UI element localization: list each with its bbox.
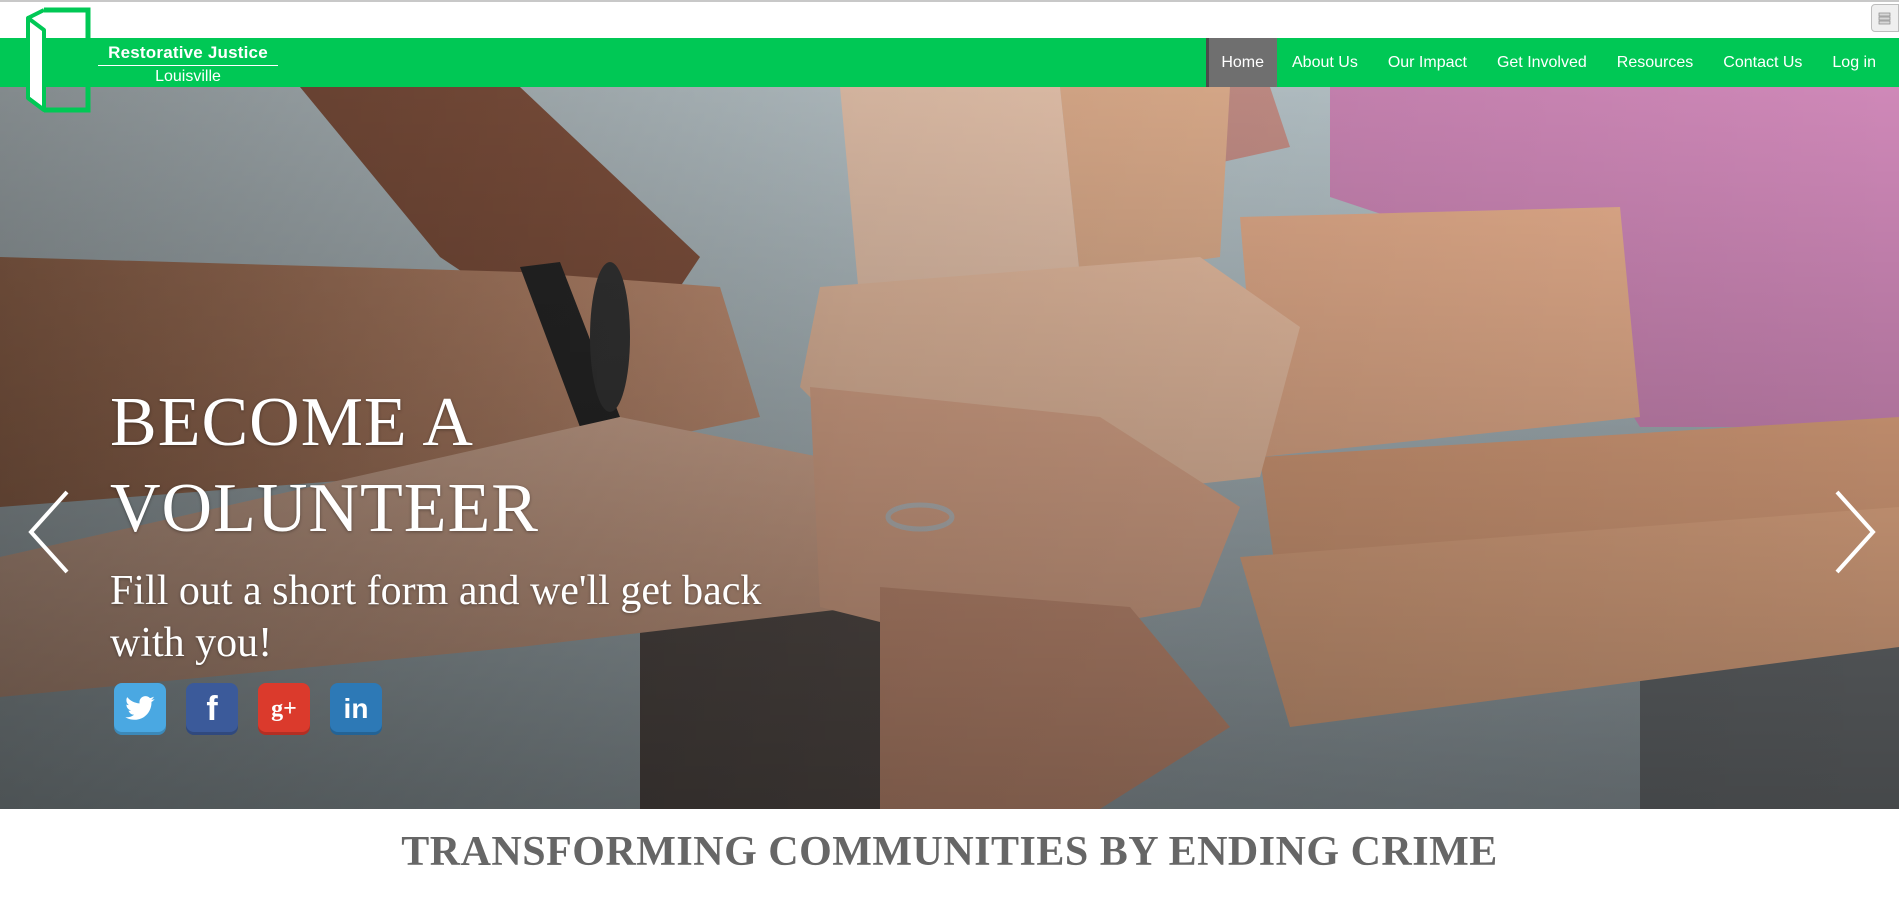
browser-top-border bbox=[0, 0, 1899, 2]
nav-resources[interactable]: Resources bbox=[1602, 38, 1708, 87]
social-links: f g+ in bbox=[114, 683, 382, 735]
brand-name[interactable]: Restorative Justice Louisville bbox=[98, 43, 278, 86]
chevron-left-icon bbox=[28, 490, 69, 574]
chevron-right-icon bbox=[1835, 490, 1876, 574]
facebook-glyph: f bbox=[206, 689, 218, 728]
brand-name-line2: Louisville bbox=[155, 68, 221, 85]
hero-title[interactable]: BECOME A VOLUNTEER bbox=[110, 380, 670, 552]
nav-get-involved[interactable]: Get Involved bbox=[1482, 38, 1602, 87]
facebook-icon[interactable]: f bbox=[186, 683, 238, 735]
twitter-icon[interactable] bbox=[114, 683, 166, 735]
linkedin-glyph: in bbox=[343, 693, 369, 724]
nav-home[interactable]: Home bbox=[1206, 38, 1277, 87]
nav-log-in[interactable]: Log in bbox=[1817, 38, 1891, 87]
nav-contact-us[interactable]: Contact Us bbox=[1708, 38, 1817, 87]
section-headline: TRANSFORMING COMMUNITIES BY ENDING CRIME bbox=[401, 829, 1498, 875]
google-plus-icon[interactable]: g+ bbox=[258, 683, 310, 735]
nav-our-impact[interactable]: Our Impact bbox=[1373, 38, 1482, 87]
brand-name-line1: Restorative Justice bbox=[98, 43, 278, 66]
google-plus-glyph: g+ bbox=[271, 695, 297, 722]
carousel-prev-button[interactable] bbox=[25, 487, 75, 577]
carousel-next-button[interactable] bbox=[1829, 487, 1879, 577]
main-nav: Home About Us Our Impact Get Involved Re… bbox=[1206, 38, 1891, 87]
nav-about-us[interactable]: About Us bbox=[1277, 38, 1373, 87]
hero-subtitle[interactable]: Fill out a short form and we'll get back… bbox=[110, 565, 830, 669]
scroll-widget-icon[interactable] bbox=[1871, 4, 1899, 32]
twitter-bird-glyph bbox=[125, 696, 155, 720]
logo-door-icon[interactable] bbox=[22, 6, 94, 118]
page: Restorative Justice Louisville Home Abou… bbox=[0, 0, 1899, 913]
linkedin-icon[interactable]: in bbox=[330, 683, 382, 735]
